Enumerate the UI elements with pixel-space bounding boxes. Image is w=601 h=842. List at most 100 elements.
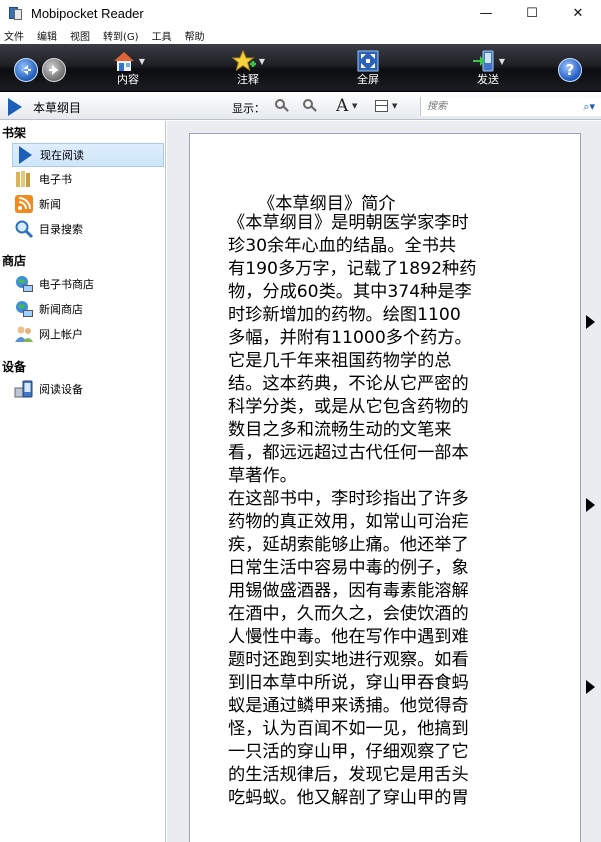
- reading-area: 《本草纲目》简介 《本草纲目》是明朝医学家李时 珍30余年心血的结晶。全书共 有…: [167, 121, 601, 842]
- chevron-down-icon: ▼: [352, 102, 358, 110]
- help-button[interactable]: ?: [558, 58, 582, 82]
- text-line: 疾，延胡索能够止痛。他还举了: [228, 535, 469, 555]
- sidebar-item-reading-device[interactable]: 阅读设备: [12, 377, 164, 401]
- sidebar-item-catalog-search[interactable]: 目录搜索: [12, 217, 164, 241]
- main-toolbar: ▼ 内容 ▼ 注释 全屏 ▼ 发送 ?: [0, 44, 601, 92]
- sidebar-item-ebooks[interactable]: 电子书: [12, 167, 164, 191]
- text-line: 物，分成60类。其中374种是李: [228, 282, 472, 302]
- text-line: 看，都远远超过古代任何一部本: [228, 443, 469, 463]
- toolbar-contents-button[interactable]: ▼ 内容: [93, 48, 163, 90]
- zoom-out-icon[interactable]: [275, 99, 289, 113]
- book-title: 《本草纲目》简介: [258, 194, 396, 214]
- search-icon[interactable]: ⌕▾: [583, 100, 595, 114]
- text-line: 的生活规律后，发现它是用舌头: [228, 765, 469, 785]
- text-line: 在酒中，久而久之，会使饮酒的: [228, 604, 469, 624]
- text-line: 多幅，并附有11000多个药方。: [228, 328, 472, 348]
- text-line: 怪，认为百闻不如一见，他搞到: [228, 719, 469, 739]
- chevron-down-icon: ▼: [138, 56, 146, 66]
- next-page-arrow-icon[interactable]: [586, 498, 595, 512]
- toolbar-send-label: 发送: [477, 73, 499, 86]
- text-line: 到旧本草中所说，穿山甲吞食蚂: [228, 673, 469, 693]
- app-logo-icon: [8, 5, 24, 21]
- sidebar-item-label: 电子书商店: [39, 278, 94, 291]
- text-line: 数目之多和流畅生动的文笔来: [228, 420, 452, 440]
- text-line: 人慢性中毒。他在写作中遇到难: [228, 627, 469, 647]
- device-icon: [14, 379, 34, 399]
- title-bar: Mobipocket Reader — ☐ ✕: [0, 0, 601, 26]
- sidebar-item-label: 电子书: [39, 173, 72, 186]
- arrow-right-icon: [49, 65, 58, 75]
- toolbar-send-button[interactable]: ▼ 发送: [453, 48, 523, 90]
- display-label: 显示：: [232, 102, 265, 115]
- sidebar-item-now-reading[interactable]: 现在阅读: [12, 143, 164, 167]
- menu-goto[interactable]: 转到(G): [103, 28, 139, 43]
- menu-view[interactable]: 视图: [70, 28, 90, 43]
- toolbar-contents-label: 内容: [117, 73, 139, 86]
- next-page-arrow-icon[interactable]: [586, 680, 595, 694]
- text-line: 蚁是通过鳞甲来诱捕。他觉得奇: [228, 696, 469, 716]
- forward-button[interactable]: [42, 58, 66, 82]
- search-box: ⌕▾: [420, 97, 601, 116]
- sidebar-item-label: 新闻商店: [39, 303, 83, 316]
- font-size-button[interactable]: A: [336, 96, 348, 116]
- sidebar: 书架 现在阅读 电子书 新闻 目录搜索 商店 电子书商店 新闻商店 网上帐户 设…: [0, 121, 166, 842]
- search-input[interactable]: [421, 97, 561, 116]
- section-device-title: 设备: [2, 360, 27, 374]
- text-line: 结。这本药典，不论从它严密的: [228, 374, 469, 394]
- sidebar-item-online-account[interactable]: 网上帐户: [12, 322, 164, 346]
- text-line: 在这部书中，李时珍指出了许多: [228, 489, 469, 509]
- text-line: 药物的真正效用，如常山可治疟: [228, 512, 469, 532]
- sidebar-item-ebook-store[interactable]: 电子书商店: [12, 272, 164, 296]
- minimize-button[interactable]: —: [463, 0, 509, 26]
- book-page[interactable]: 《本草纲目》简介 《本草纲目》是明朝医学家李时 珍30余年心血的结晶。全书共 有…: [189, 133, 581, 842]
- text-line: 珍30余年心血的结晶。全书共: [228, 236, 457, 256]
- text-line: 科学分类，或是从它包含药物的: [228, 397, 469, 417]
- star-annotate-icon: [231, 49, 256, 72]
- section-bookshelf-title: 书架: [2, 126, 27, 140]
- chevron-down-icon: ▼: [258, 56, 266, 66]
- menu-help[interactable]: 帮助: [185, 28, 205, 43]
- rss-icon: [14, 194, 34, 214]
- page-layout-icon[interactable]: [375, 100, 388, 112]
- text-line: 时珍新增加的药物。绘图1100: [228, 305, 461, 325]
- toolbar-fullscreen-button[interactable]: 全屏: [333, 48, 403, 90]
- text-line: 日常生活中容易中毒的例子，象: [228, 558, 469, 578]
- sidebar-item-label: 阅读设备: [39, 383, 83, 396]
- arrow-left-icon: [22, 65, 31, 75]
- sidebar-item-label: 目录搜索: [39, 223, 83, 236]
- fullscreen-icon: [357, 50, 379, 72]
- home-icon: [113, 52, 134, 71]
- section-store-title: 商店: [2, 254, 27, 268]
- secondary-toolbar: 本草纲目 显示： A ▼ ▼ ⌕▾: [0, 93, 601, 120]
- globe-computer-icon: [14, 274, 34, 294]
- text-line: 《本草纲目》是明朝医学家李时: [228, 213, 469, 233]
- toolbar-annotate-button[interactable]: ▼ 注释: [213, 48, 283, 90]
- menu-edit[interactable]: 编辑: [37, 28, 57, 43]
- text-line: 一只活的穿山甲，仔细观察了它: [228, 742, 469, 762]
- menu-file[interactable]: 文件: [4, 28, 24, 43]
- sidebar-item-news[interactable]: 新闻: [12, 192, 164, 216]
- chevron-down-icon: ▼: [498, 56, 506, 66]
- toolbar-fullscreen-label: 全屏: [357, 73, 379, 86]
- breadcrumb: 本草纲目: [33, 101, 82, 115]
- globe-computer-icon: [14, 299, 34, 319]
- window-controls: — ☐ ✕: [463, 0, 601, 26]
- sidebar-item-news-store[interactable]: 新闻商店: [12, 297, 164, 321]
- text-line: 题时还跑到实地进行观察。如看: [228, 650, 469, 670]
- text-line: 草著作。: [228, 466, 297, 486]
- text-line: 有190多万字，记载了1892种药: [228, 259, 477, 279]
- maximize-button[interactable]: ☐: [509, 0, 555, 26]
- back-button[interactable]: [14, 58, 38, 82]
- text-line: 吃蚂蚁。他又解剖了穿山甲的胃: [228, 788, 469, 808]
- next-page-arrow-icon[interactable]: [586, 315, 595, 329]
- close-button[interactable]: ✕: [555, 0, 601, 26]
- menu-bar: 文件 编辑 视图 转到(G) 工具 帮助: [0, 26, 601, 44]
- send-device-icon: [472, 50, 494, 72]
- users-icon: [14, 324, 34, 344]
- window-title: Mobipocket Reader: [31, 5, 144, 21]
- sidebar-item-label: 新闻: [39, 198, 61, 211]
- menu-tools[interactable]: 工具: [152, 28, 172, 43]
- search-icon: [14, 219, 34, 239]
- zoom-in-icon[interactable]: [303, 99, 317, 113]
- sidebar-item-label: 现在阅读: [40, 149, 84, 162]
